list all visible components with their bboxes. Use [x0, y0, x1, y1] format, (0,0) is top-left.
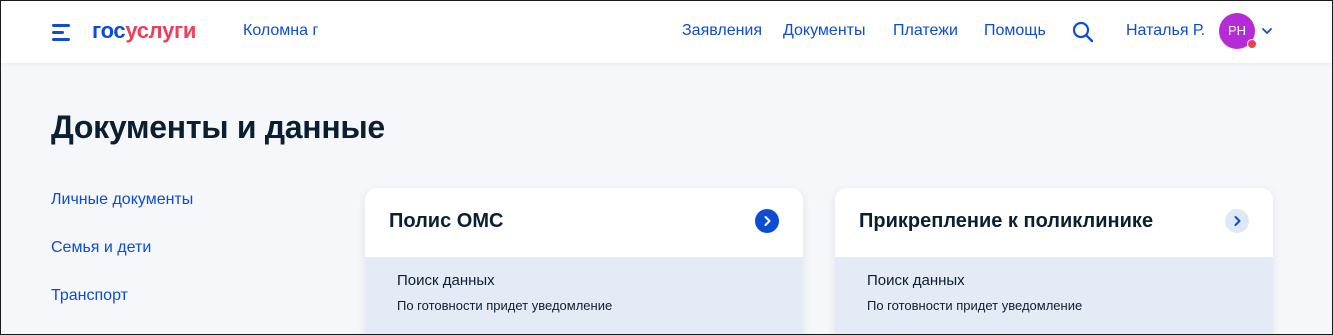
logo-part-gos: гос	[92, 18, 126, 43]
status-subtitle: По готовности придет уведомление	[867, 298, 1083, 313]
gosuslugi-logo[interactable]: госуслуги	[92, 17, 196, 45]
logo-part-uslugi: услуги	[125, 18, 197, 43]
user-name[interactable]: Наталья Р.	[1126, 22, 1205, 40]
menu-icon[interactable]	[52, 23, 74, 41]
arrow-right-icon[interactable]	[755, 209, 779, 233]
card-clinic-attachment[interactable]: Прикрепление к поликлинике Поиск данных …	[835, 188, 1273, 334]
sidebar-item-personal-documents[interactable]: Личные документы	[51, 191, 193, 209]
status-subtitle: По готовности придет уведомление	[397, 298, 613, 313]
card-oms-policy[interactable]: Полис ОМС Поиск данных По готовности при…	[365, 188, 803, 334]
sidebar-item-transport[interactable]: Транспорт	[51, 287, 128, 305]
page-title: Документы и данные	[51, 109, 385, 145]
sidebar-item-family[interactable]: Семья и дети	[51, 239, 151, 257]
card-title: Прикрепление к поликлинике	[859, 210, 1154, 232]
top-header: госуслуги Коломна г Заявления Документы …	[1, 1, 1332, 63]
status-panel: Поиск данных По готовности придет уведом…	[365, 257, 803, 334]
status-title: Поиск данных	[867, 272, 965, 289]
notification-dot	[1247, 39, 1257, 49]
status-title: Поиск данных	[397, 272, 495, 289]
nav-link-applications[interactable]: Заявления	[682, 22, 762, 40]
status-panel: Поиск данных По готовности придет уведом…	[835, 257, 1273, 334]
search-icon[interactable]	[1072, 21, 1094, 43]
city-selector[interactable]: Коломна г	[243, 22, 318, 40]
chevron-down-icon[interactable]	[1261, 25, 1273, 37]
nav-link-documents[interactable]: Документы	[783, 22, 865, 40]
card-title: Полис ОМС	[389, 210, 504, 232]
nav-link-help[interactable]: Помощь	[984, 22, 1046, 40]
arrow-right-icon[interactable]	[1225, 209, 1249, 233]
nav-link-payments[interactable]: Платежи	[893, 22, 958, 40]
app-frame: госуслуги Коломна г Заявления Документы …	[0, 0, 1333, 335]
